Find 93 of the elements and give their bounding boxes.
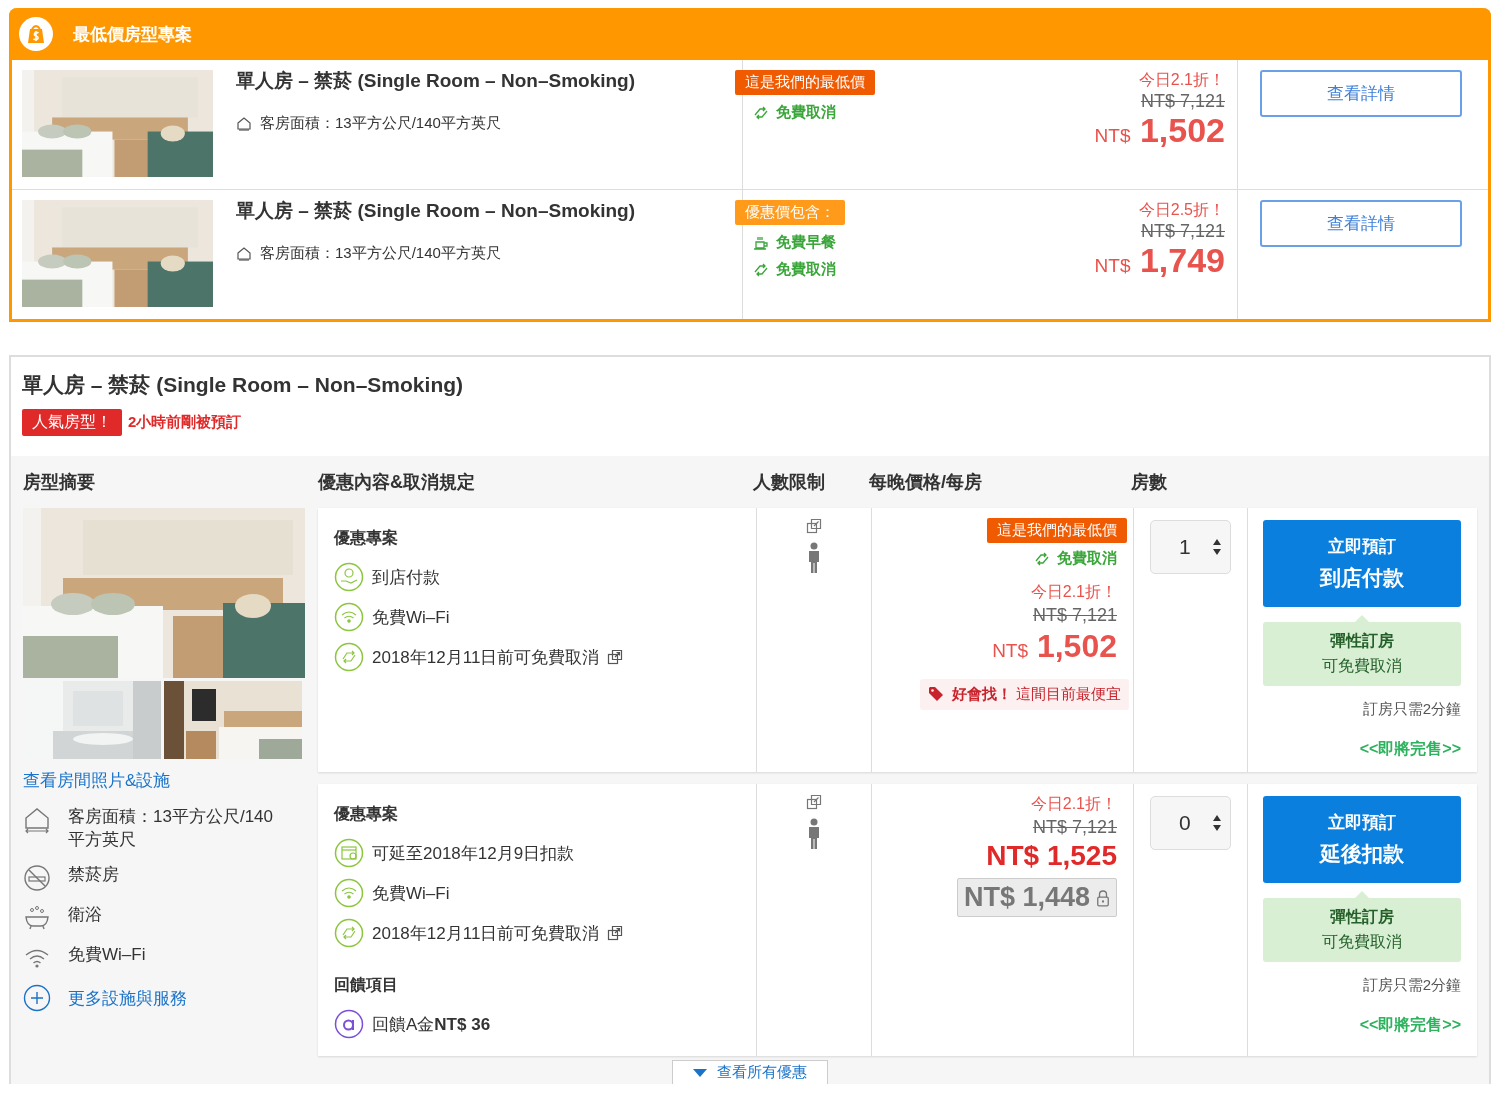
external-link-icon[interactable] [607,925,624,941]
facility-label: 衛浴 [68,903,103,926]
plan-title: 優惠專案 [334,528,399,548]
original-price: NT$ 7,121 [1140,221,1225,242]
bathtub-icon [23,903,51,932]
facility-label: 禁菸房 [68,863,120,886]
deal-text: 好會找！ 這間目前最便宜 [951,684,1121,704]
details-button[interactable]: 查看詳情 [1260,70,1462,117]
discount-label: 今日2.1折！ [1030,582,1117,602]
cup-icon [753,234,769,251]
swap-arrows-icon [753,104,769,121]
room-name: 單人房 – 禁菸 (Single Room – Non–Smoking) [236,69,637,93]
discount-label: 今日2.5折！ [1138,200,1225,220]
wifi-icon [334,878,364,908]
feature-label: 2018年12月11日前可免費取消 [372,646,600,669]
external-link-icon[interactable] [806,794,822,810]
flex-title: 彈性訂房 [1330,907,1394,927]
sale-price: NT$ 1,502 [992,628,1117,665]
book-now-button[interactable]: 立即預訂 到店付款 [1263,520,1461,607]
panel-title: 最低價房型專案 [73,23,192,46]
selling-out-label: <<即將完售>> [1359,739,1461,759]
house-icon [236,245,252,262]
hand-coin-icon [334,562,364,592]
feature-label: 免費Wi–Fi [372,606,450,629]
room-name: 單人房 – 禁菸 (Single Room – Non–Smoking) [236,199,637,223]
wifi-icon [334,602,364,632]
original-price: NT$ 7,121 [1032,605,1117,626]
sale-price: NT$ 1,749 [1094,242,1225,280]
house-icon [23,806,51,834]
perk-label: 免費早餐 [776,233,836,252]
more-facilities-link[interactable]: 更多設施與服務 [68,986,187,1010]
person-icon [807,542,821,574]
original-price: NT$ 7,121 [1032,817,1117,838]
plan-title: 優惠專案 [334,804,399,824]
room-area: 客房面積：13平方公尺/140平方英尺 [260,114,501,133]
room-area: 客房面積：13平方公尺/140平方英尺 [260,244,501,263]
plus-icon [23,983,51,1012]
column-header: 優惠內容&取消規定 [318,471,476,494]
sale-price: NT$ 1,525 [986,840,1117,873]
facility-label: 免費Wi–Fi [68,943,147,966]
room-title: 單人房 – 禁菸 (Single Room – Non–Smoking) [22,372,465,398]
show-all-offers-tab[interactable]: 查看所有優惠 [672,1060,828,1084]
book-now-button[interactable]: 立即預訂 延後扣款 [1263,796,1461,883]
perk-label: 免費取消 [776,103,836,122]
photos-link[interactable]: 查看房間照片&設施 [23,769,171,792]
lowest-price-badge: 這是我們的最低價 [987,518,1127,543]
sale-price: NT$ 1,502 [1094,112,1225,150]
feature-label: 可延至2018年12月9日扣款 [372,842,575,865]
external-link-icon[interactable] [607,649,624,665]
member-price-amount: NT$ 1,448 [963,882,1090,914]
booking-time-note: 訂房只需2分鐘 [1362,976,1461,995]
coin-icon [334,1009,364,1039]
feature-label: 免費Wi–Fi [372,882,450,905]
perk-label: 免費取消 [1057,549,1117,568]
quantity-select[interactable]: 1 [1150,520,1231,574]
flex-title: 彈性訂房 [1330,631,1394,651]
calendar-icon [334,838,364,868]
swap-arrows-icon [334,642,364,672]
column-header: 每晚價格/每房 [869,471,983,494]
no-smoking-icon [23,863,51,892]
perk-label: 免費取消 [776,260,836,279]
column-header: 房型摘要 [23,471,96,494]
external-link-icon[interactable] [806,518,822,534]
details-button[interactable]: 查看詳情 [1260,200,1462,247]
offer-badge: 這是我們的最低價 [735,70,875,95]
reward-label: 回饋A金NT$ 36 [372,1013,491,1036]
quantity-select[interactable]: 0 [1150,796,1231,850]
feature-label: 到店付款 [372,566,440,589]
swap-arrows-icon [1034,550,1050,567]
flex-text: 可免費取消 [1322,656,1402,676]
original-price: NT$ 7,121 [1140,91,1225,112]
column-header: 房數 [1131,471,1168,494]
swap-arrows-icon [753,261,769,278]
lock-icon [1096,888,1110,907]
caret-icon [693,1068,707,1077]
selling-out-label: <<即將完售>> [1359,1015,1461,1035]
booking-time-note: 訂房只需2分鐘 [1362,700,1461,719]
column-header: 人數限制 [753,471,826,494]
spinner-arrows-icon [1212,814,1222,832]
offer-badge: 優惠價包含： [735,200,845,225]
spinner-arrows-icon [1212,538,1222,556]
swap-arrows-icon [334,918,364,948]
reward-title: 回饋項目 [334,975,399,995]
feature-label: 2018年12月11日前可免費取消 [372,922,600,945]
house-icon [236,115,252,132]
discount-label: 今日2.1折！ [1138,70,1225,90]
tag-icon [927,686,944,703]
flex-text: 可免費取消 [1322,932,1402,952]
facility-label: 客房面積：13平方公尺/140平方英尺 [68,806,274,851]
popular-tag: 人氣房型！ [22,409,122,436]
person-icon [807,818,821,850]
discount-label: 今日2.1折！ [1030,794,1117,814]
recent-booking-note: 2小時前剛被預訂 [128,413,242,432]
